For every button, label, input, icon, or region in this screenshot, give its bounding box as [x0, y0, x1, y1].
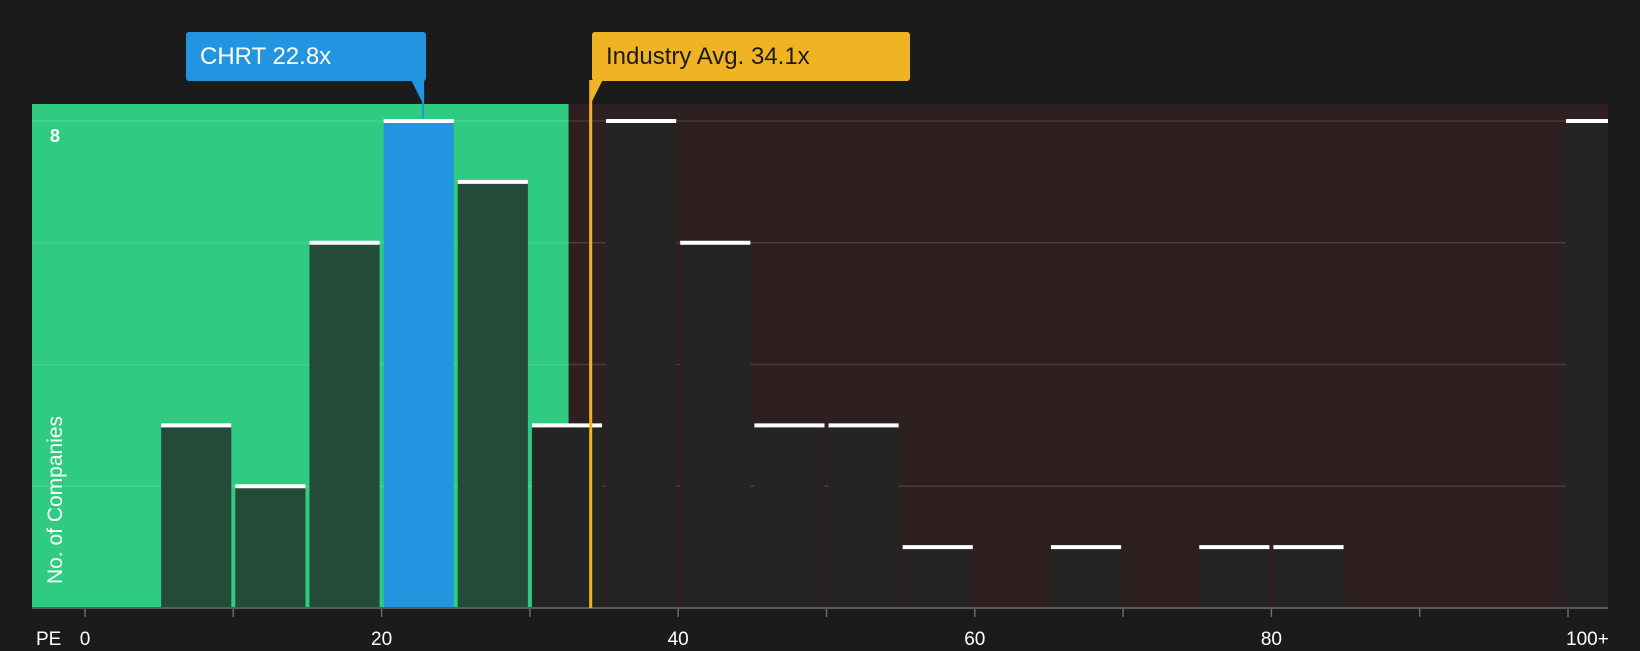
histogram-bar: [606, 121, 677, 608]
x-tick-label: 40: [667, 629, 689, 650]
histogram-bar: [309, 242, 380, 608]
y-tick-label: 8: [50, 126, 61, 146]
bar-cap: [309, 240, 380, 245]
x-tick-label: 80: [1260, 629, 1282, 650]
bar-cap: [754, 423, 825, 428]
bar-cap: [161, 423, 232, 428]
x-axis-ticks: [84, 608, 1569, 617]
histogram-bar: [754, 425, 825, 608]
histogram-bar: [1199, 547, 1270, 608]
y-axis-label: No. of Companies: [44, 415, 67, 585]
bar-cap: [1273, 545, 1344, 550]
x-tick-label: 20: [371, 629, 393, 650]
company-pe-callout: CHRT 22.8x: [186, 32, 426, 81]
bar-cap: [902, 545, 973, 550]
company-callout-pointer: [411, 80, 424, 104]
bar-cap: [828, 423, 899, 428]
bar-cap: [1199, 545, 1270, 550]
histogram-bar: [1566, 121, 1608, 608]
x-tick-label: 0: [79, 629, 91, 650]
x-tick-label: 100+: [1566, 629, 1609, 650]
histogram-bar: [161, 425, 232, 608]
histogram-bar: [457, 181, 528, 608]
pe-distribution-chart: CHRT 22.8x Industry Avg. 34.1x No. of Co…: [0, 0, 1640, 650]
bar-cap: [1050, 545, 1122, 550]
bar-cap: [606, 119, 677, 123]
bar-cap: [457, 179, 528, 184]
x-axis-name: PE: [36, 629, 62, 650]
chart-canvas: [32, 80, 1608, 617]
histogram-bar: [828, 425, 899, 608]
industry-callout-pointer: [590, 80, 603, 104]
bar-cap: [1566, 119, 1608, 123]
histogram-bar: [235, 486, 306, 608]
x-tick-label: 60: [964, 629, 986, 650]
histogram-bar: [383, 121, 454, 608]
bar-cap: [235, 484, 306, 489]
histogram-bar: [902, 547, 973, 608]
bar-cap: [383, 119, 454, 123]
histogram-bar: [680, 242, 751, 608]
histogram-bar: [1273, 547, 1344, 608]
bar-cap: [680, 240, 751, 245]
industry-average-callout: Industry Avg. 34.1x: [592, 32, 910, 81]
histogram-bar: [1050, 547, 1122, 608]
